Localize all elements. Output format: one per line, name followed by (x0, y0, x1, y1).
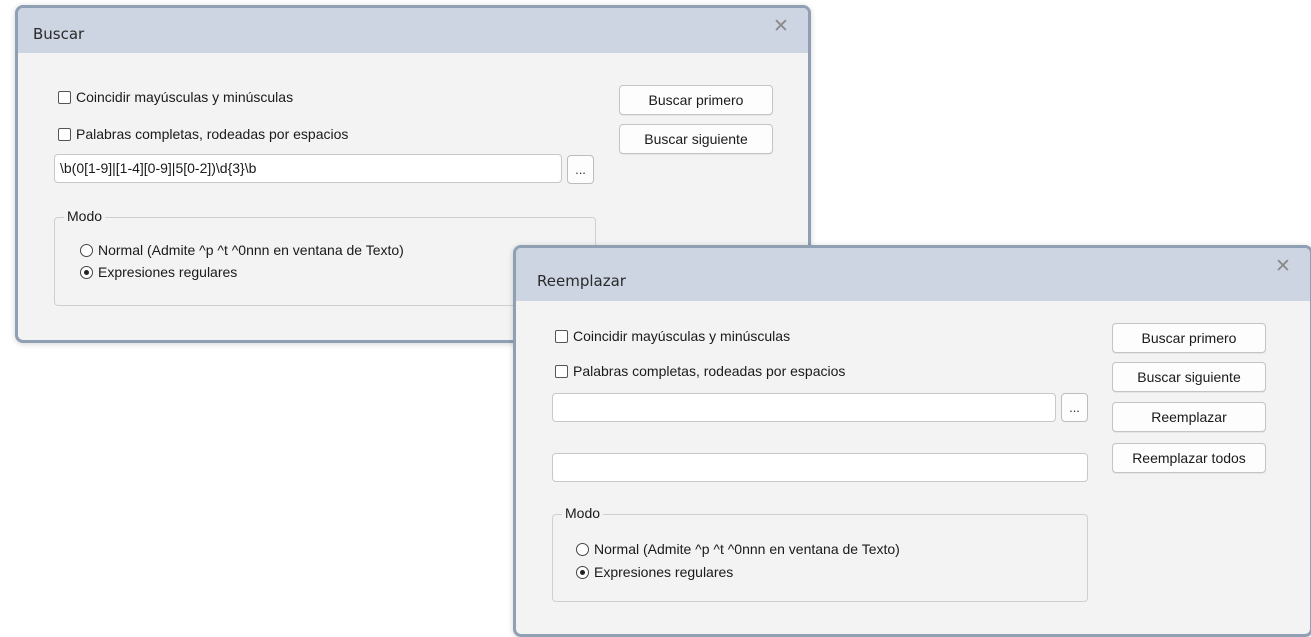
mode-normal-radio[interactable]: Normal (Admite ^p ^t ^0nnn en ventana de… (576, 541, 900, 557)
match-case-label: Coincidir mayúsculas y minúsculas (76, 89, 294, 105)
find-dialog-title: Buscar (33, 25, 85, 43)
checkbox-box[interactable] (555, 364, 568, 378)
search-input[interactable]: \b(0[1-9]|[1-4][0-9]|5[0-2])\d{3}\b (54, 154, 562, 183)
checkbox-box[interactable] (555, 329, 568, 343)
find-next-button[interactable]: Buscar siguiente (619, 124, 773, 154)
whole-words-label: Palabras completas, rodeadas por espacio… (76, 126, 349, 142)
whole-words-checkbox[interactable]: Palabras completas, rodeadas por espacio… (555, 363, 845, 379)
browse-button[interactable]: ... (1061, 393, 1088, 422)
mode-normal-radio[interactable]: Normal (Admite ^p ^t ^0nnn en ventana de… (80, 242, 404, 258)
replace-dialog-title: Reemplazar (537, 272, 626, 290)
whole-words-label: Palabras completas, rodeadas por espacio… (573, 363, 846, 379)
match-case-checkbox[interactable]: Coincidir mayúsculas y minúsculas (555, 328, 790, 344)
mode-regex-radio[interactable]: Expresiones regulares (576, 564, 733, 580)
find-first-button[interactable]: Buscar primero (1112, 323, 1266, 353)
replace-input[interactable] (552, 453, 1088, 482)
mode-legend: Modo (64, 208, 106, 224)
radio-circle[interactable] (576, 542, 589, 556)
radio-circle-selected[interactable] (80, 265, 93, 279)
radio-circle-selected[interactable] (576, 565, 589, 579)
mode-normal-label: Normal (Admite ^p ^t ^0nnn en ventana de… (594, 541, 900, 557)
close-icon[interactable]: ✕ (1270, 253, 1296, 279)
match-case-label: Coincidir mayúsculas y minúsculas (573, 328, 791, 344)
replace-all-button[interactable]: Reemplazar todos (1112, 443, 1266, 473)
find-first-button[interactable]: Buscar primero (619, 85, 773, 115)
mode-group: Modo Normal (Admite ^p ^t ^0nnn en venta… (552, 505, 1088, 602)
mode-normal-label: Normal (Admite ^p ^t ^0nnn en ventana de… (98, 242, 404, 258)
find-next-button[interactable]: Buscar siguiente (1112, 362, 1266, 392)
replace-button[interactable]: Reemplazar (1112, 402, 1266, 432)
whole-words-checkbox[interactable]: Palabras completas, rodeadas por espacio… (58, 126, 348, 142)
find-dialog-titlebar[interactable]: Buscar ✕ (18, 8, 808, 53)
mode-regex-label: Expresiones regulares (98, 264, 238, 280)
browse-button[interactable]: ... (567, 155, 594, 184)
radio-circle[interactable] (80, 243, 93, 257)
mode-regex-radio[interactable]: Expresiones regulares (80, 264, 237, 280)
match-case-checkbox[interactable]: Coincidir mayúsculas y minúsculas (58, 89, 293, 105)
replace-dialog: Reemplazar ✕ Coincidir mayúsculas y minú… (513, 245, 1311, 637)
mode-legend: Modo (562, 505, 604, 521)
search-input[interactable] (552, 393, 1056, 422)
mode-regex-label: Expresiones regulares (594, 564, 734, 580)
checkbox-box[interactable] (58, 127, 71, 141)
close-icon[interactable]: ✕ (768, 13, 794, 39)
replace-dialog-titlebar[interactable]: Reemplazar ✕ (516, 248, 1310, 301)
checkbox-box[interactable] (58, 90, 71, 104)
